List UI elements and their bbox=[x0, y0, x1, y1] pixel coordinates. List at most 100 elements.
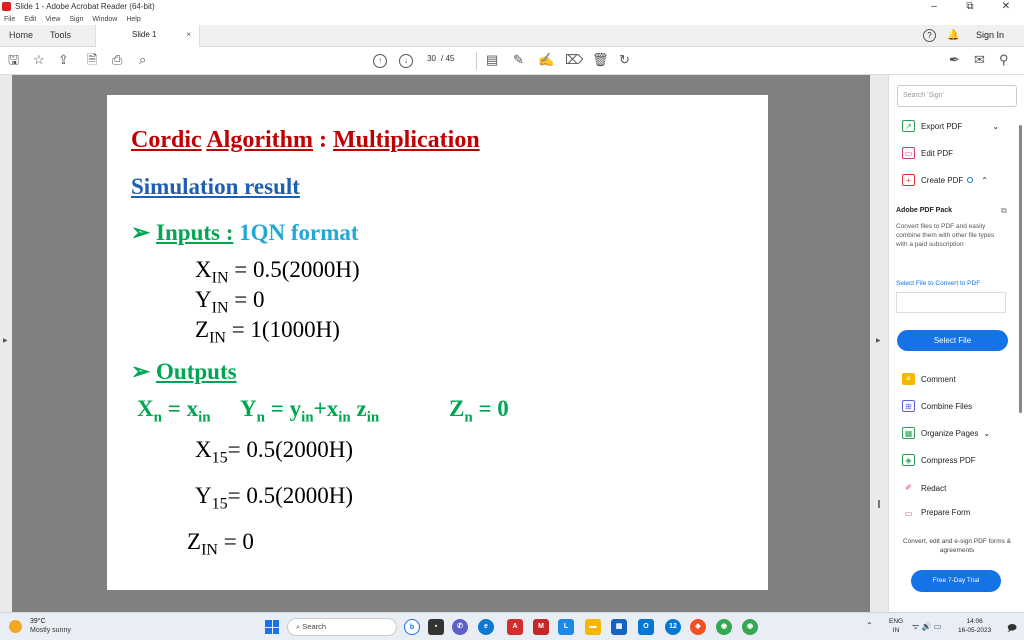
tool-create-pdf[interactable]: + Create PDF ⌃ bbox=[902, 173, 988, 187]
weather-temperature[interactable]: 39°C bbox=[30, 618, 46, 625]
page-number-input[interactable]: 30 bbox=[422, 54, 436, 63]
sign-in-button[interactable]: Sign In bbox=[976, 30, 1004, 40]
menu-file[interactable]: File bbox=[4, 16, 15, 23]
weather-description[interactable]: Mostly sunny bbox=[30, 627, 71, 634]
menu-sign[interactable]: Sign bbox=[69, 16, 83, 23]
edit-signature-icon[interactable]: ✒ bbox=[949, 53, 960, 67]
tool-redact[interactable]: ✐ Redact bbox=[902, 481, 946, 495]
upload-file-icon[interactable]: 🗎 bbox=[87, 53, 97, 67]
create-pdf-label: Create PDF bbox=[921, 175, 964, 185]
tab-close-icon[interactable]: × bbox=[186, 30, 191, 39]
bing-icon[interactable]: b bbox=[404, 619, 420, 635]
expand-left-icon[interactable]: ▶ bbox=[3, 337, 8, 344]
y-in-var: Y bbox=[195, 287, 212, 312]
tab-document[interactable]: Slide 1 × bbox=[95, 25, 200, 47]
minimize-button[interactable]: – bbox=[916, 0, 952, 13]
collapse-right-icon[interactable]: ▶ bbox=[876, 337, 881, 344]
file-drop-box[interactable] bbox=[896, 292, 1006, 313]
panel-scrollbar[interactable] bbox=[1019, 125, 1022, 413]
l-app-icon[interactable]: L bbox=[558, 619, 574, 635]
language-indicator[interactable]: ENG IN bbox=[889, 617, 903, 635]
x-in-equation: XIN = 0.5(2000H) bbox=[195, 257, 360, 288]
xn-equation: Xn = xin bbox=[137, 396, 211, 427]
yn-sub-2: in bbox=[338, 409, 351, 426]
chevron-up-icon[interactable]: ⌃ bbox=[981, 176, 988, 185]
tool-prepare-form[interactable]: ▭ Prepare Form bbox=[902, 508, 971, 516]
combine-files-icon: ⊞ bbox=[902, 400, 915, 412]
clock[interactable]: 14:06 16-05-2023 bbox=[958, 617, 991, 635]
mcafee-icon[interactable]: M bbox=[533, 619, 549, 635]
tool-edit-pdf[interactable]: ▭ Edit PDF bbox=[902, 146, 953, 160]
window-controls: – ⧉ ✕ bbox=[916, 0, 1024, 13]
select-file-link[interactable]: Select File to Convert to PDF bbox=[896, 280, 980, 287]
zin-value: = 0 bbox=[217, 529, 254, 554]
sun-icon[interactable] bbox=[9, 620, 22, 633]
rotate-icon[interactable]: ↻ bbox=[619, 53, 630, 67]
panel-footer-text: Convert, edit and e-sign PDF forms & agr… bbox=[902, 538, 1011, 554]
print-icon[interactable]: ⎙ bbox=[112, 53, 122, 67]
menu-view[interactable]: View bbox=[45, 16, 60, 23]
tool-comment[interactable]: ≡ Comment bbox=[902, 372, 956, 386]
taskbar-search-label: Search bbox=[302, 622, 327, 631]
tool-export-pdf[interactable]: ↗ Export PDF ⌄ bbox=[902, 119, 999, 133]
tool-compress-pdf[interactable]: ◈ Compress PDF bbox=[902, 453, 976, 467]
page-up-icon[interactable]: ↑ bbox=[373, 54, 387, 68]
export-pdf-icon: ↗ bbox=[902, 120, 915, 132]
chevron-down-icon[interactable]: ⌄ bbox=[992, 122, 999, 131]
close-button[interactable]: ✕ bbox=[988, 0, 1024, 13]
slide-title-word-1: Cordic bbox=[131, 127, 202, 153]
store-icon[interactable]: ▦ bbox=[611, 619, 627, 635]
tab-home[interactable]: Home bbox=[9, 30, 33, 40]
acrobat-taskbar-icon[interactable]: A bbox=[507, 619, 523, 635]
maximize-button[interactable]: ⧉ bbox=[952, 0, 988, 13]
bell-icon[interactable]: 🔔 bbox=[947, 30, 959, 41]
wifi-volume-battery-icons[interactable]: ᯤ 🔊 ▭ bbox=[912, 621, 941, 632]
chrome-icon[interactable]: ◉ bbox=[716, 619, 732, 635]
chat-icon[interactable]: ✆ bbox=[452, 619, 468, 635]
notifications-icon[interactable]: 🗩 bbox=[1007, 621, 1017, 637]
mail-icon[interactable]: ✉ bbox=[974, 53, 985, 67]
brave-icon[interactable]: ◆ bbox=[690, 619, 706, 635]
yn-sub-3: in bbox=[366, 409, 380, 426]
copy-icon[interactable]: ⧉ bbox=[1001, 206, 1007, 216]
menu-help[interactable]: Help bbox=[126, 16, 140, 23]
comment-icon[interactable]: ▤ bbox=[486, 53, 498, 67]
free-trial-button[interactable]: Free 7-Day Trial bbox=[911, 570, 1001, 592]
chrome-profile-icon[interactable]: ◉ bbox=[742, 619, 758, 635]
save-icon[interactable]: 🖫 bbox=[8, 53, 19, 67]
tag-icon[interactable]: ⌦ bbox=[565, 53, 583, 67]
document-area[interactable]: ▶ Cordic Algorithm : Multiplication Simu… bbox=[0, 75, 888, 612]
right-panel-toggle[interactable]: ▶ bbox=[870, 75, 888, 612]
select-file-button[interactable]: Select File bbox=[897, 330, 1008, 351]
outlook-icon[interactable]: O bbox=[638, 619, 654, 635]
share-icon[interactable]: ⇪ bbox=[58, 53, 69, 67]
tray-overflow-icon[interactable]: ⌃ bbox=[866, 621, 873, 630]
star-icon[interactable]: ☆ bbox=[33, 53, 45, 67]
sign-icon[interactable]: ✍ bbox=[538, 53, 554, 67]
pen-icon[interactable]: ✎ bbox=[513, 53, 524, 67]
help-icon[interactable]: ? bbox=[923, 29, 936, 42]
search-user-icon[interactable]: ⚲ bbox=[999, 53, 1009, 67]
windows-start-icon[interactable] bbox=[265, 620, 279, 634]
menu-window[interactable]: Window bbox=[92, 16, 117, 23]
task-view-icon[interactable]: ▪ bbox=[428, 619, 444, 635]
zoom-search-icon[interactable]: ⌕ bbox=[139, 53, 146, 67]
menu-edit[interactable]: Edit bbox=[24, 16, 36, 23]
tab-tools[interactable]: Tools bbox=[50, 30, 71, 40]
tool-organize-pages[interactable]: ▦ Organize Pages ⌄ bbox=[902, 426, 990, 440]
taskbar-search-input[interactable]: ⌕ Search bbox=[287, 618, 397, 636]
edge-icon[interactable]: e bbox=[478, 619, 494, 635]
slide-subtitle: Simulation result bbox=[131, 174, 300, 199]
zn-value: = 0 bbox=[472, 396, 509, 421]
file-explorer-icon[interactable]: ▬ bbox=[585, 619, 601, 635]
chevron-down-icon-2[interactable]: ⌄ bbox=[983, 429, 990, 438]
notification-badge[interactable]: 12 bbox=[665, 619, 681, 635]
tool-combine-files[interactable]: ⊞ Combine Files bbox=[902, 399, 972, 413]
clock-date: 16-05-2023 bbox=[958, 627, 992, 634]
left-panel-toggle[interactable]: ▶ bbox=[0, 75, 12, 612]
delete-icon[interactable]: 🗑 bbox=[592, 53, 609, 67]
zn-equation: Zn = 0 bbox=[449, 396, 509, 427]
scroll-grip[interactable] bbox=[878, 500, 880, 508]
page-down-icon[interactable]: ↓ bbox=[399, 54, 413, 68]
tools-search-input[interactable]: Search 'Sign' bbox=[897, 85, 1017, 107]
